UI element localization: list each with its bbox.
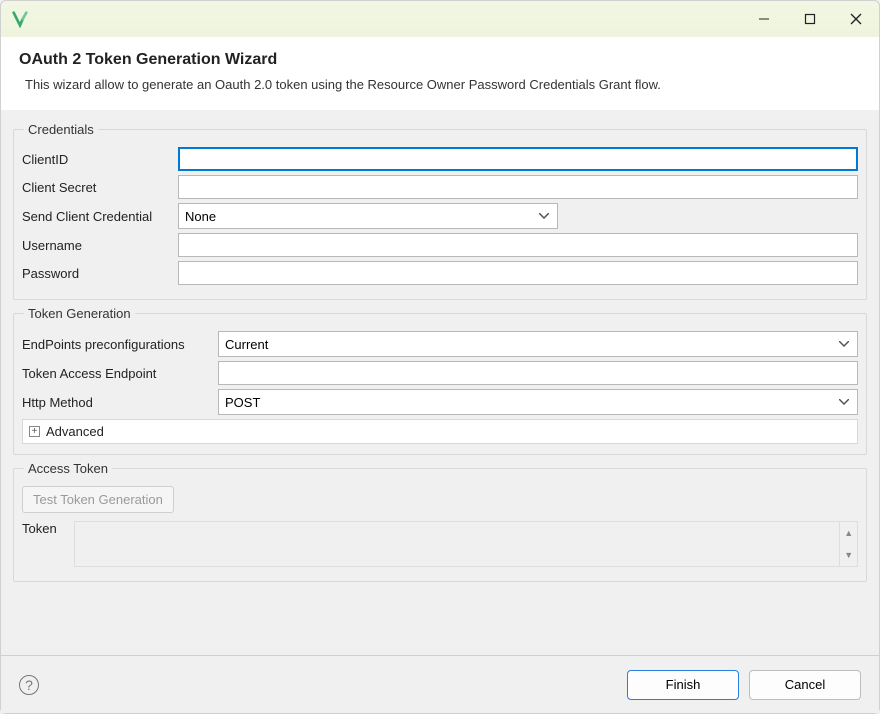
client-id-input[interactable] [178,147,858,171]
title-bar [1,1,879,37]
send-client-credential-select[interactable]: None [178,203,558,229]
access-token-legend: Access Token [24,461,112,476]
token-scroll-down-icon[interactable]: ▼ [840,544,857,566]
maximize-button[interactable] [787,2,833,36]
credentials-legend: Credentials [24,122,98,137]
token-access-endpoint-label: Token Access Endpoint [22,366,212,381]
test-token-generation-button: Test Token Generation [22,486,174,513]
http-method-select[interactable]: POST [218,389,858,415]
close-button[interactable] [833,2,879,36]
client-secret-input[interactable] [178,175,858,199]
advanced-expander[interactable]: + Advanced [22,419,858,444]
expand-icon: + [29,426,40,437]
client-secret-label: Client Secret [22,180,172,195]
endpoints-preconfig-label: EndPoints preconfigurations [22,337,212,352]
token-access-endpoint-input[interactable] [218,361,858,385]
help-icon[interactable]: ? [19,675,39,695]
token-generation-group: Token Generation EndPoints preconfigurat… [13,306,867,455]
token-label: Token [22,521,68,536]
send-client-credential-label: Send Client Credential [22,209,172,224]
cancel-button[interactable]: Cancel [749,670,861,700]
token-output[interactable] [75,522,839,566]
page-title: OAuth 2 Token Generation Wizard [19,51,861,69]
minimize-button[interactable] [741,2,787,36]
token-scroll-up-icon[interactable]: ▲ [840,522,857,544]
form-area: Credentials ClientID Client Secret Send … [1,110,879,600]
access-token-group: Access Token Test Token Generation Token… [13,461,867,582]
username-input[interactable] [178,233,858,257]
app-logo-icon [11,10,29,28]
username-label: Username [22,238,172,253]
dialog-footer: ? Finish Cancel [1,655,879,713]
token-generation-legend: Token Generation [24,306,135,321]
advanced-label: Advanced [46,424,104,439]
token-output-box: ▲ ▼ [74,521,858,567]
finish-button[interactable]: Finish [627,670,739,700]
client-id-label: ClientID [22,152,172,167]
endpoints-preconfig-select[interactable]: Current [218,331,858,357]
wizard-header: OAuth 2 Token Generation Wizard This wiz… [1,37,879,110]
page-description: This wizard allow to generate an Oauth 2… [19,77,861,92]
credentials-group: Credentials ClientID Client Secret Send … [13,122,867,300]
password-input[interactable] [178,261,858,285]
password-label: Password [22,266,172,281]
http-method-label: Http Method [22,395,212,410]
